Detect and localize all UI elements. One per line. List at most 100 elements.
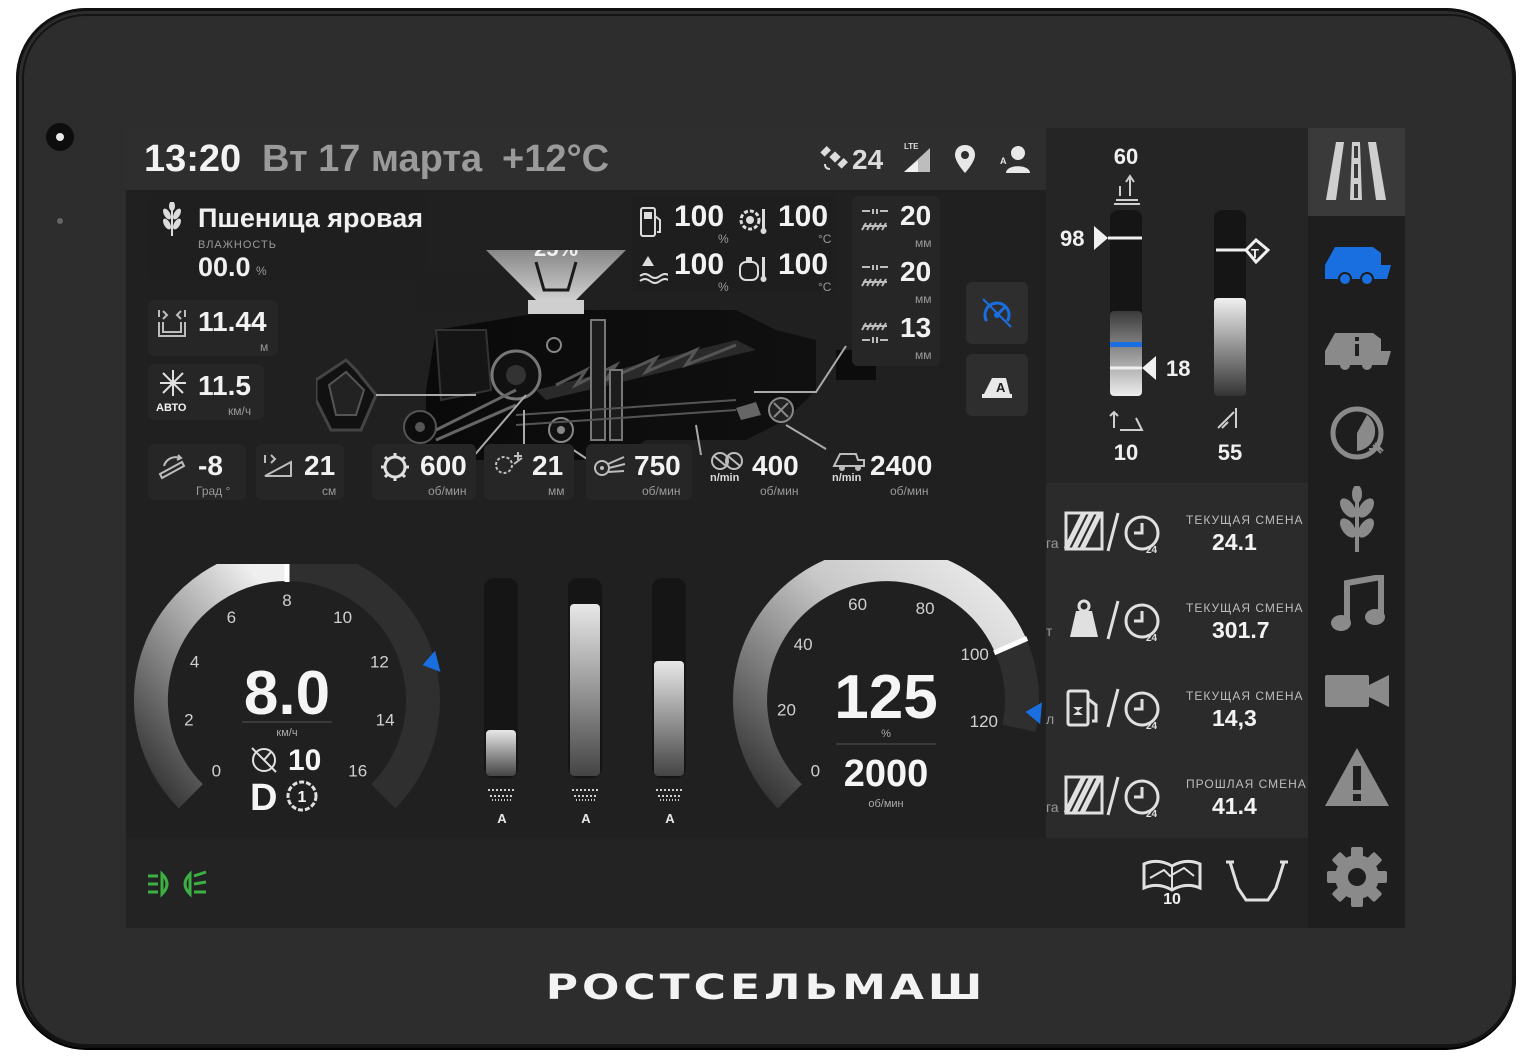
nav-settings[interactable] (1308, 834, 1405, 920)
header-bottom-right: 55 (1218, 440, 1242, 465)
speed-value: 8.0 (244, 659, 330, 728)
lower-sieve-clearance-icon (861, 322, 888, 343)
shift-stat-caption: ПРОШЛАЯ СМЕНА (1186, 777, 1307, 791)
shift-stat-caption: ТЕКУЩАЯ СМЕНА (1186, 689, 1304, 703)
shift-stat-row[interactable]: 24 ТЕКУЩАЯ СМЕНА 14,3 л (1046, 663, 1308, 751)
gauge-tick-label: 0 (811, 762, 820, 781)
header-auto-icon: A (982, 378, 1012, 398)
manual-icon[interactable]: 10 (1140, 856, 1204, 906)
nav-crop[interactable] (1308, 476, 1405, 562)
wheat-icon (163, 202, 181, 236)
gauge-tick-label: 60 (848, 595, 867, 614)
area-last-shift-icon (1064, 775, 1104, 815)
drum-clearance-card[interactable]: 21 мм (484, 444, 574, 500)
vertical-bar-icon: A (570, 786, 602, 826)
shift-stat-row[interactable]: 24 ТЕКУЩАЯ СМЕНА 301.7 т (1046, 575, 1308, 663)
vertical-bar-track (484, 578, 518, 778)
location-pin-icon[interactable] (954, 144, 976, 174)
auto-speed-button[interactable] (966, 282, 1028, 344)
chopper-speed-card[interactable]: n/min 400 об/мин (704, 444, 814, 500)
clock-24-icon: 24 (1124, 779, 1160, 820)
sieve-clearance-icon (861, 265, 888, 287)
nav-combine-info[interactable] (1308, 304, 1405, 390)
fan-speed-card[interactable]: 750 об/мин (586, 444, 692, 500)
warning-icon (1324, 748, 1389, 806)
unloader-speed-card[interactable]: n/min 2400 об/мин (826, 444, 940, 500)
nav-media[interactable] (1308, 562, 1405, 648)
moisture-value: 00.0 (198, 252, 251, 282)
clearance-panel[interactable]: 20 мм 20 мм 13 мм (852, 196, 940, 366)
vertical-bar-icon: A (486, 786, 518, 826)
coolant-icon (639, 256, 668, 284)
header-width-card[interactable]: 11.44 м (148, 300, 278, 356)
drum-speed-card[interactable]: 600 об/мин (372, 444, 476, 500)
nav-road-mode[interactable] (1308, 128, 1405, 216)
sieve-mode-icon (572, 789, 600, 801)
oil-temp-unit: °C (818, 232, 832, 246)
cruise-icon (251, 747, 277, 773)
reel-mode: АВТО (156, 402, 187, 414)
header-bottom-left: 10 (1114, 440, 1138, 465)
nav-alerts[interactable] (1308, 734, 1405, 820)
main-panel: 25% Пшеница яровая ВЛАЖНОСТЬ 00.0 % 100 … (126, 190, 1046, 838)
gear-number: 1 (298, 789, 307, 806)
header-height-icon (1114, 174, 1140, 205)
header-auto-button[interactable]: A (966, 354, 1028, 416)
shift-stat-row[interactable]: 24 ТЕКУЩАЯ СМЕНА 24.1 га (1046, 487, 1308, 575)
engine-load-gauge: 0 20 40 60 80 100 120 125 % 2000 об/мин (732, 560, 1042, 810)
combine-info-icon (1324, 333, 1391, 370)
clock-24-icon: 24 (1124, 515, 1160, 556)
gauge-tick-label: 6 (227, 608, 236, 627)
gauge-tick-label: 14 (376, 711, 395, 730)
load-unit: % (881, 728, 891, 740)
param-2-value: 21 (304, 450, 336, 481)
gauge-tick-label: 8 (282, 591, 291, 610)
param-3-value: 600 (420, 450, 467, 481)
param-4-unit: мм (548, 484, 565, 498)
nav-threshing[interactable] (1308, 390, 1405, 476)
speed-control-icon (982, 298, 1012, 329)
nav-combine[interactable] (1308, 218, 1405, 304)
headlights-icon[interactable] (146, 868, 210, 900)
camera-icon (46, 123, 74, 151)
shift-stat-value: 41.4 (1212, 793, 1257, 819)
cut-height-card[interactable]: 21 см (256, 444, 344, 500)
crop-card[interactable]: Пшеница яровая ВЛАЖНОСТЬ 00.0 % (148, 194, 426, 282)
combine-icon (1324, 247, 1391, 286)
nav-camera[interactable] (1308, 648, 1405, 734)
param-4-value: 21 (532, 450, 564, 481)
light-sensor (57, 218, 63, 224)
coolant-unit: % (718, 280, 729, 294)
satellite-icon (820, 146, 848, 170)
sieve-mode-icon (656, 789, 684, 801)
engine-oil-temp-icon (739, 209, 767, 234)
engine-panel: 100 % 100 °C 100 % 100 °C (632, 196, 836, 294)
shift-stat-unit: га (1046, 535, 1059, 551)
road-icon (1326, 142, 1386, 200)
param-7-sub: n/min (832, 472, 862, 484)
gauge-tick-label: 16 (348, 762, 367, 781)
coolant-value: 100 (674, 248, 725, 281)
weight-per-shift-icon (1070, 599, 1098, 637)
user-icon[interactable]: A (1000, 144, 1032, 174)
reel-speed-card[interactable]: АВТО 11.5 км/ч (148, 364, 264, 420)
oil-temp-value: 100 (778, 200, 829, 233)
thresh-marker-icon: T (1251, 246, 1259, 261)
reel-position-icon (1217, 408, 1237, 429)
shift-stat-row[interactable]: 24 ПРОШЛАЯ СМЕНА 41.4 га (1046, 751, 1308, 839)
grain-tank-icon[interactable] (1224, 858, 1290, 910)
shift-stat-icon: 24 (1064, 775, 1160, 820)
unloader-icon (832, 453, 865, 471)
cleaning-fan-icon (594, 456, 626, 476)
clock-24-label: 24 (1146, 721, 1158, 732)
gauge-tick-label: 40 (794, 635, 813, 654)
moisture-unit: % (256, 264, 267, 278)
vertical-bar-label: A (581, 811, 591, 826)
vertical-bar-label: A (665, 811, 675, 826)
param-7-value: 2400 (870, 450, 933, 481)
hydraulic-temp-unit: °C (818, 280, 832, 294)
header-tilt-card[interactable]: -8 Град ° (148, 444, 246, 500)
param-6-value: 400 (752, 450, 799, 481)
vertical-bar-label: A (497, 811, 507, 826)
temperature: +12°C (502, 138, 610, 180)
